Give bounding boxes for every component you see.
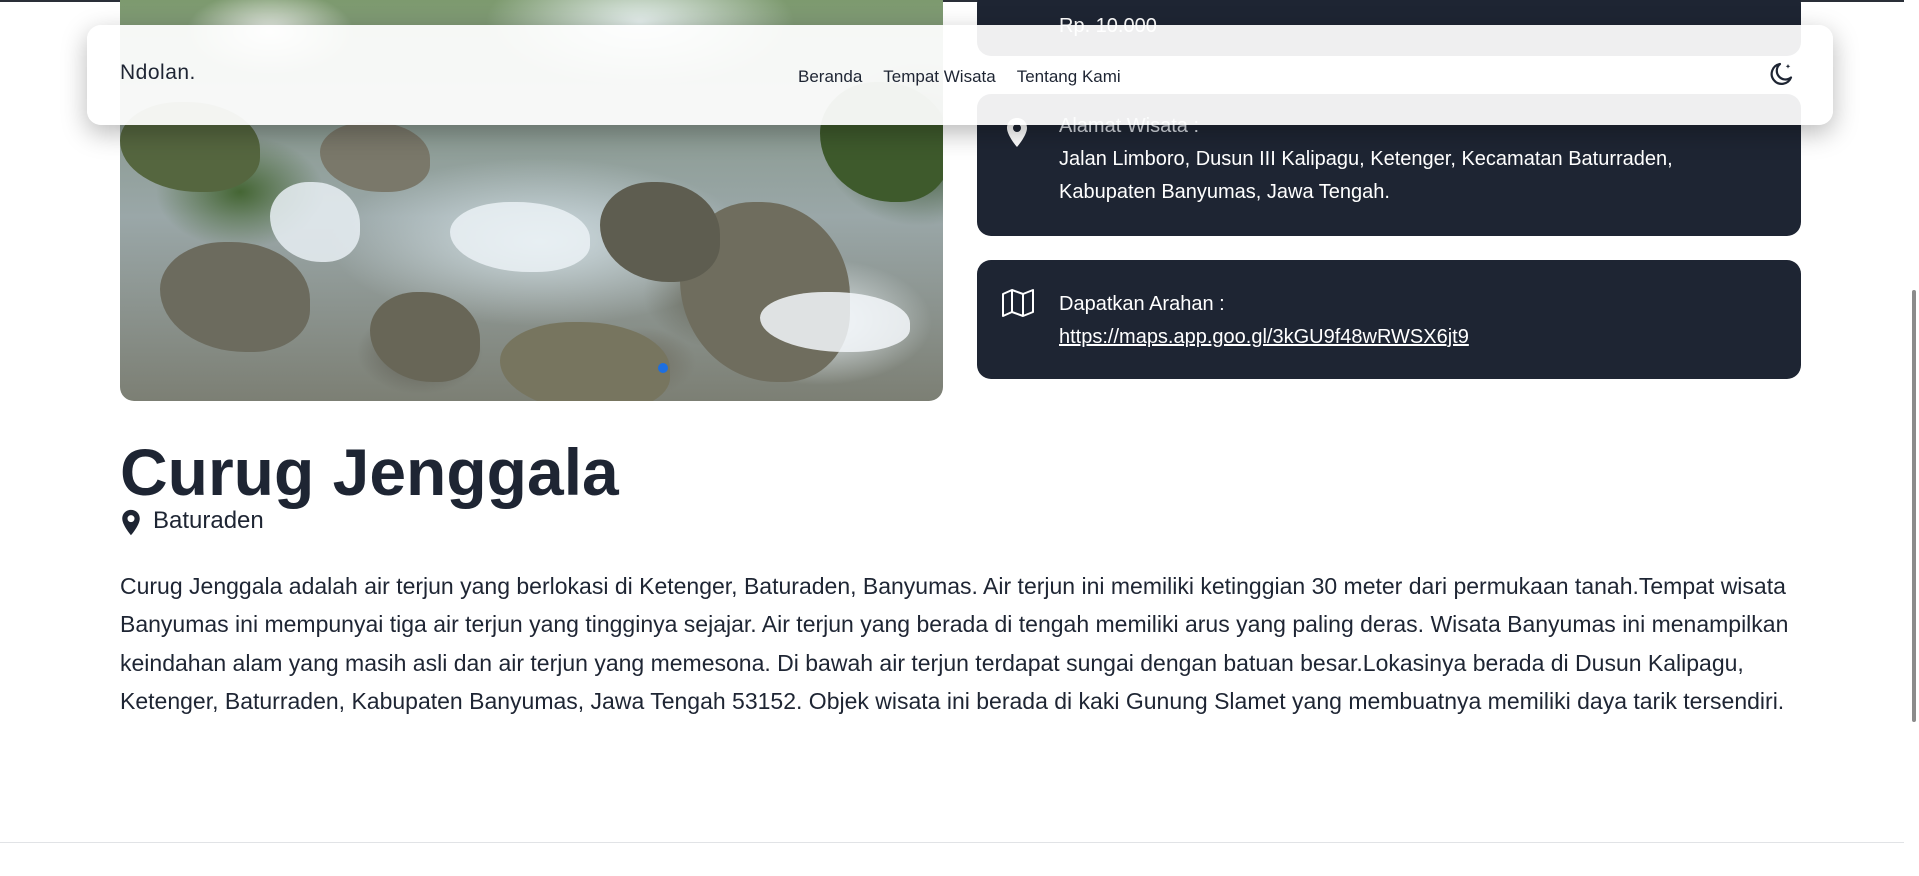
directions-label: Dapatkan Arahan : [1059, 293, 1225, 315]
brand-logo[interactable]: Ndolan. [120, 61, 196, 85]
footer-divider [0, 842, 1919, 843]
nav-link-tempat-wisata[interactable]: Tempat Wisata [883, 67, 995, 87]
page-title: Curug Jenggala [120, 435, 619, 509]
map-icon [1001, 288, 1035, 329]
location-text: Baturaden [153, 507, 264, 534]
directions-card: Dapatkan Arahan : https://maps.app.goo.g… [977, 260, 1801, 379]
scrollbar-thumb[interactable] [1912, 290, 1916, 722]
nav-links: Beranda Tempat Wisata Tentang Kami [798, 67, 1121, 87]
description: Curug Jenggala adalah air terjun yang be… [120, 573, 1789, 714]
carousel-indicator[interactable] [658, 363, 668, 373]
navbar: Ndolan. Beranda Tempat Wisata Tentang Ka… [87, 25, 1833, 125]
moon-icon[interactable] [1767, 59, 1797, 89]
address-line-2: Kabupaten Banyumas, Jawa Tengah. [1059, 181, 1390, 203]
location-pin-icon [122, 509, 140, 536]
directions-link[interactable]: https://maps.app.goo.gl/3kGU9f48wRWSX6jt… [1059, 326, 1469, 348]
nav-link-beranda[interactable]: Beranda [798, 67, 862, 87]
nav-link-tentang-kami[interactable]: Tentang Kami [1017, 67, 1121, 87]
address-line-1: Jalan Limboro, Dusun III Kalipagu, Keten… [1059, 148, 1673, 170]
